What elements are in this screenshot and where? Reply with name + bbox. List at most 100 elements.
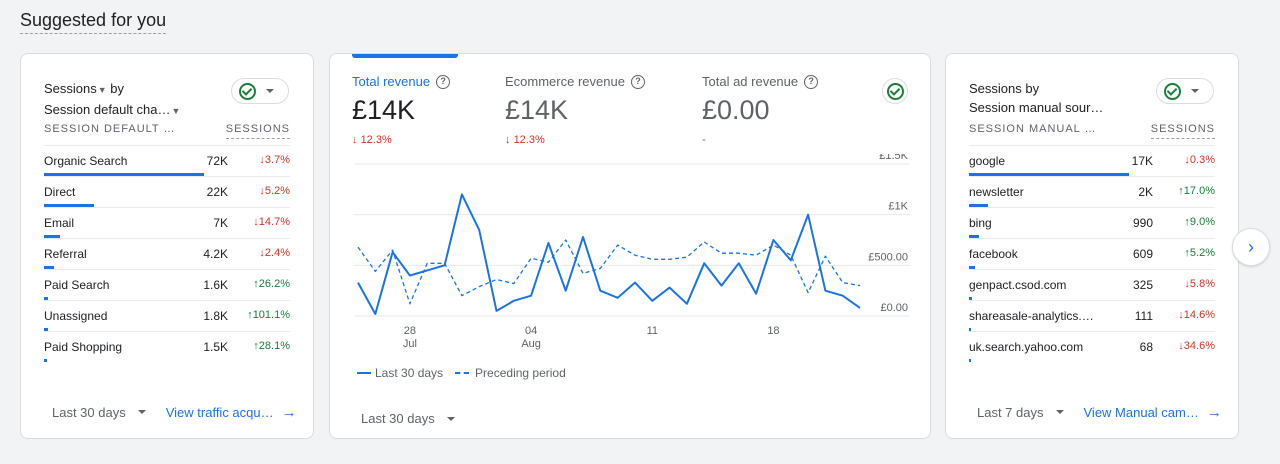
row-change-value: 9.0% <box>1189 216 1215 228</box>
row-value: 7K <box>213 216 228 230</box>
metric-label: Total revenue <box>352 74 431 89</box>
table-row[interactable]: newsletter 2K ↑17.0% <box>969 176 1215 207</box>
caret-down-icon[interactable]: ▼ <box>171 106 180 116</box>
x-tick-label: 18 <box>767 325 779 337</box>
row-value: 4.2K <box>203 247 228 261</box>
table-row[interactable]: Referral 4.2K ↓2.4% <box>44 238 290 269</box>
column-dimension: SESSION MANUAL … <box>969 123 1097 135</box>
check-circle-icon <box>886 82 904 100</box>
card-title-dimension[interactable]: Session default cha… <box>44 102 170 117</box>
metric-total-revenue[interactable]: Total revenue? £14K ↓ 12.3% <box>352 74 451 146</box>
arrow-down-icon: ↓ <box>505 134 511 146</box>
table-header: SESSION MANUAL … SESSIONS <box>969 123 1215 139</box>
card-title-by: by <box>106 81 125 96</box>
column-dimension: SESSION DEFAULT … <box>44 123 176 135</box>
row-share-bar <box>44 359 47 362</box>
legend-previous: Preceding period <box>475 366 566 380</box>
help-icon[interactable]: ? <box>804 74 819 89</box>
row-change-value: 5.8% <box>1189 278 1215 290</box>
row-change: ↑101.1% <box>247 309 290 321</box>
row-change-value: 0.3% <box>1189 154 1215 166</box>
row-change-value: 5.2% <box>1189 247 1215 259</box>
insight-status-button[interactable] <box>882 78 908 104</box>
x-tick-label: 04 <box>525 325 537 337</box>
chevron-down-icon[interactable] <box>446 416 455 421</box>
table-row[interactable]: facebook 609 ↑5.2% <box>969 238 1215 269</box>
table-row[interactable]: Organic Search 72K ↓3.7% <box>44 145 290 176</box>
y-tick-label: £500.00 <box>868 251 908 263</box>
card-title[interactable]: Sessions by Session manual sour… <box>969 79 1103 117</box>
row-change: ↑26.2% <box>253 278 290 290</box>
sessions-by-manual-source-card: Sessions by Session manual sour… SESSION… <box>945 53 1239 439</box>
row-value: 1.8K <box>203 309 228 323</box>
table-row[interactable]: Unassigned 1.8K ↑101.1% <box>44 300 290 331</box>
table-row[interactable]: Email 7K ↓14.7% <box>44 207 290 238</box>
chevron-down-icon <box>266 89 274 93</box>
card-title[interactable]: Sessions▼ by Session default cha…▼ <box>44 79 180 121</box>
row-value: 68 <box>1139 340 1153 354</box>
column-sessions[interactable]: SESSIONS <box>1150 123 1215 139</box>
chevron-down-icon[interactable] <box>137 410 146 414</box>
help-icon[interactable]: ? <box>630 74 645 89</box>
table-row[interactable]: shareasale-analytics.… 111 ↓14.6% <box>969 300 1215 331</box>
row-share-bar <box>969 359 971 362</box>
row-change: ↓5.2% <box>259 185 290 197</box>
table-row[interactable]: Paid Shopping 1.5K ↑28.1% <box>44 331 290 362</box>
row-dimension: genpact.csod.com <box>969 278 1067 292</box>
row-dimension: bing <box>969 216 992 230</box>
insight-status-button[interactable] <box>231 78 289 104</box>
date-range-selector[interactable]: Last 7 days <box>977 405 1044 420</box>
revenue-line-chart[interactable]: £0.00 £500.00 £1K £1.5K 28Jul 04Aug 11 18 <box>330 154 932 364</box>
row-change-value: 101.1% <box>252 309 290 321</box>
metric-total-ad-revenue[interactable]: Total ad revenue? £0.00 - <box>702 74 819 146</box>
column-sessions[interactable]: SESSIONS <box>225 123 290 139</box>
table-row[interactable]: uk.search.yahoo.com 68 ↓34.6% <box>969 331 1215 362</box>
row-change-value: 17.0% <box>1183 185 1215 197</box>
series-line-current <box>357 193 861 315</box>
section-title: Suggested for you <box>20 10 167 34</box>
view-traffic-acquisition-link[interactable]: View traffic acqu… <box>166 405 274 420</box>
insight-status-button[interactable] <box>1156 78 1214 104</box>
view-manual-campaign-link[interactable]: View Manual cam… <box>1084 405 1199 420</box>
table-row[interactable]: Direct 22K ↓5.2% <box>44 176 290 207</box>
table-row[interactable]: Paid Search 1.6K ↑26.2% <box>44 269 290 300</box>
row-value: 1.6K <box>203 278 228 292</box>
row-change: ↓2.4% <box>259 247 290 259</box>
table-row[interactable]: google 17K ↓0.3% <box>969 145 1215 176</box>
metric-change: - <box>702 134 706 146</box>
card-title-line2[interactable]: Session manual sour… <box>969 98 1103 117</box>
chevron-down-icon[interactable] <box>1055 410 1064 414</box>
row-dimension: newsletter <box>969 185 1024 199</box>
help-icon[interactable]: ? <box>436 74 451 89</box>
y-tick-label: £1.5K <box>879 154 908 162</box>
caret-down-icon[interactable]: ▼ <box>98 85 107 95</box>
table-row[interactable]: genpact.csod.com 325 ↓5.8% <box>969 269 1215 300</box>
card-title-metric[interactable]: Sessions <box>44 81 97 96</box>
date-range-selector[interactable]: Last 30 days <box>361 411 435 426</box>
metric-value: £0.00 <box>702 95 770 125</box>
row-dimension: Direct <box>44 185 76 199</box>
y-tick-label: £1K <box>888 201 908 213</box>
table-body: Organic Search 72K ↓3.7% Direct 22K ↓5.2% Emai… <box>44 145 290 362</box>
metric-ecommerce-revenue[interactable]: Ecommerce revenue? £14K ↓ 12.3% <box>505 74 645 146</box>
legend-current: Last 30 days <box>375 366 444 380</box>
row-dimension: Organic Search <box>44 154 128 168</box>
row-dimension: facebook <box>969 247 1018 261</box>
row-value: 111 <box>1134 309 1153 323</box>
row-dimension: Paid Search <box>44 278 110 292</box>
card-title-line1[interactable]: Sessions by <box>969 79 1103 98</box>
check-circle-icon <box>1164 82 1181 100</box>
date-range-selector[interactable]: Last 30 days <box>52 405 126 420</box>
row-change-value: 26.2% <box>258 278 290 290</box>
check-circle-icon <box>239 82 256 100</box>
legend-dashed-swatch <box>455 372 470 374</box>
table-row[interactable]: bing 990 ↑9.0% <box>969 207 1215 238</box>
row-dimension: shareasale-analytics.… <box>969 309 1094 323</box>
next-card-button[interactable]: › <box>1232 228 1270 266</box>
y-tick-label: £0.00 <box>880 302 908 314</box>
row-dimension: Paid Shopping <box>44 340 123 354</box>
arrow-right-icon[interactable]: → <box>282 404 297 421</box>
row-change-value: 14.7% <box>258 216 290 228</box>
arrow-right-icon[interactable]: → <box>1207 404 1222 421</box>
metric-label: Ecommerce revenue <box>505 74 625 89</box>
